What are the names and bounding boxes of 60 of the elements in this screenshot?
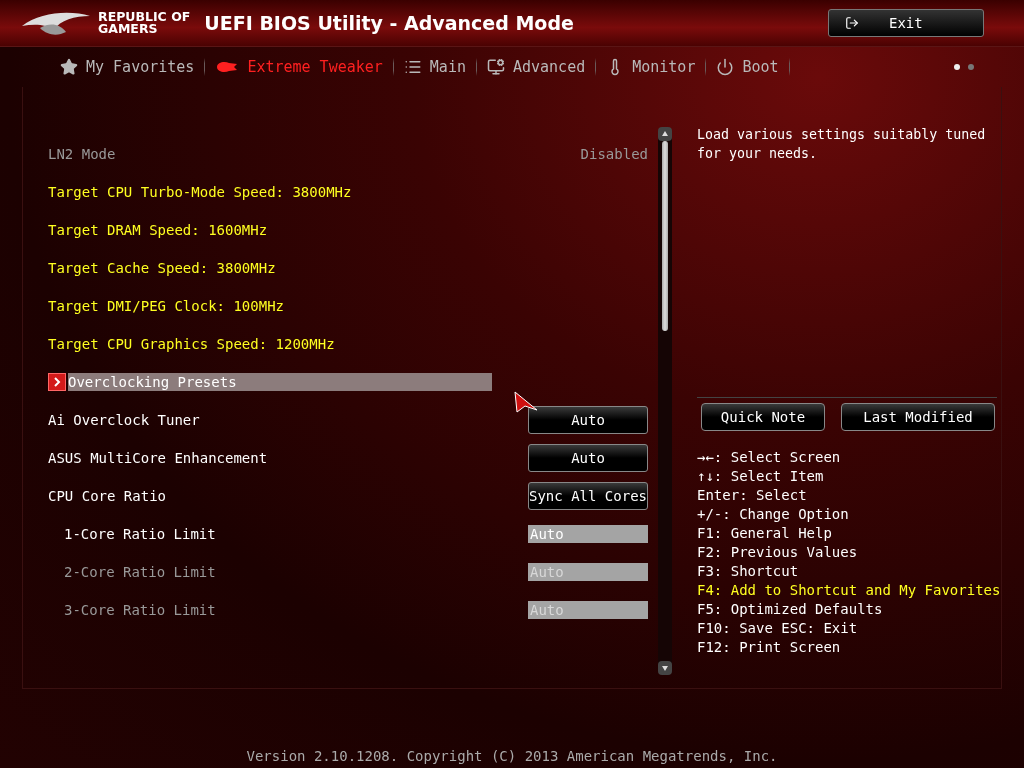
- cursor-icon: [513, 390, 539, 414]
- menu-tab[interactable]: Extreme Tweaker: [205, 58, 393, 76]
- setting-label: Ai Overclock Tuner: [48, 412, 200, 428]
- key-hint: Enter: Select: [697, 486, 808, 505]
- key-hint: F1: General Help: [697, 524, 833, 543]
- menu-tab[interactable]: Advanced: [476, 58, 596, 76]
- tab-divider: [705, 58, 707, 76]
- logo-text: REPUBLIC OF GAMERS: [98, 11, 191, 35]
- key-hint: F12: Print Screen: [697, 638, 842, 657]
- menu-tab[interactable]: Main: [393, 58, 476, 76]
- setting-value: Disabled: [580, 146, 648, 162]
- info-text: Target CPU Graphics Speed: 1200MHz: [48, 336, 335, 352]
- setting-label: CPU Core Ratio: [48, 488, 166, 504]
- key-hint: F3: Shortcut: [697, 562, 800, 581]
- page-dot[interactable]: [968, 64, 974, 70]
- key-hint: →←: Select Screen: [697, 448, 842, 467]
- submenu-item[interactable]: Overclocking Presets: [68, 373, 492, 391]
- menu-tab[interactable]: Monitor: [596, 58, 706, 76]
- option-button[interactable]: Auto: [528, 444, 648, 472]
- setting-label: ASUS MultiCore Enhancement: [48, 450, 268, 466]
- exit-button[interactable]: Exit: [828, 9, 984, 37]
- key-hint: F5: Optimized Defaults: [697, 600, 884, 619]
- help-description: Load various settings suitably tuned for your needs.: [697, 125, 997, 398]
- info-text: Target CPU Turbo-Mode Speed: 3800MHz: [48, 184, 352, 200]
- tab-divider: [595, 58, 597, 76]
- help-button[interactable]: Quick Note: [701, 403, 825, 431]
- tab-divider: [788, 58, 790, 76]
- key-hint: F2: Previous Values: [697, 543, 859, 562]
- setting-label: 1-Core Ratio Limit: [64, 526, 216, 542]
- tab-divider: [475, 58, 477, 76]
- key-hint: +/-: Change Option: [697, 505, 850, 524]
- chevron-icon: [48, 373, 66, 391]
- monitor-icon: [486, 58, 505, 76]
- tab-divider: [392, 58, 394, 76]
- tab-divider: [204, 58, 206, 76]
- menu-tab[interactable]: My Favorites: [50, 58, 205, 76]
- door-icon: [845, 16, 859, 30]
- scrollbar[interactable]: [658, 127, 672, 675]
- menu-tab[interactable]: Boot: [706, 58, 789, 76]
- option-button[interactable]: Sync All Cores: [528, 482, 648, 510]
- help-button[interactable]: Last Modified: [841, 403, 995, 431]
- info-text: Target Cache Speed: 3800MHz: [48, 260, 276, 276]
- key-hint: ↑↓: Select Item: [697, 467, 825, 486]
- list-icon: [403, 58, 422, 76]
- version-text: Version 2.10.1208. Copyright (C) 2013 American Megatrends, Inc.: [245, 748, 779, 766]
- scroll-up-icon[interactable]: [658, 127, 672, 141]
- scroll-down-icon[interactable]: [658, 661, 672, 675]
- setting-label: LN2 Mode: [48, 146, 116, 162]
- star-icon: [60, 58, 78, 76]
- tweaker-icon: [215, 59, 240, 75]
- option-button[interactable]: Auto: [528, 406, 648, 434]
- window-title: UEFI BIOS Utility - Advanced Mode: [204, 12, 575, 34]
- info-text: Target DRAM Speed: 1600MHz: [48, 222, 268, 238]
- info-text: Target DMI/PEG Clock: 100MHz: [48, 298, 284, 314]
- key-hint: F4: Add to Shortcut and My Favorites: [697, 581, 1001, 600]
- power-icon: [716, 58, 735, 76]
- key-hint: F10: Save ESC: Exit: [697, 619, 859, 638]
- page-dot[interactable]: [954, 64, 960, 70]
- setting-label: 3-Core Ratio Limit: [64, 602, 216, 618]
- setting-label: 2-Core Ratio Limit: [64, 564, 216, 580]
